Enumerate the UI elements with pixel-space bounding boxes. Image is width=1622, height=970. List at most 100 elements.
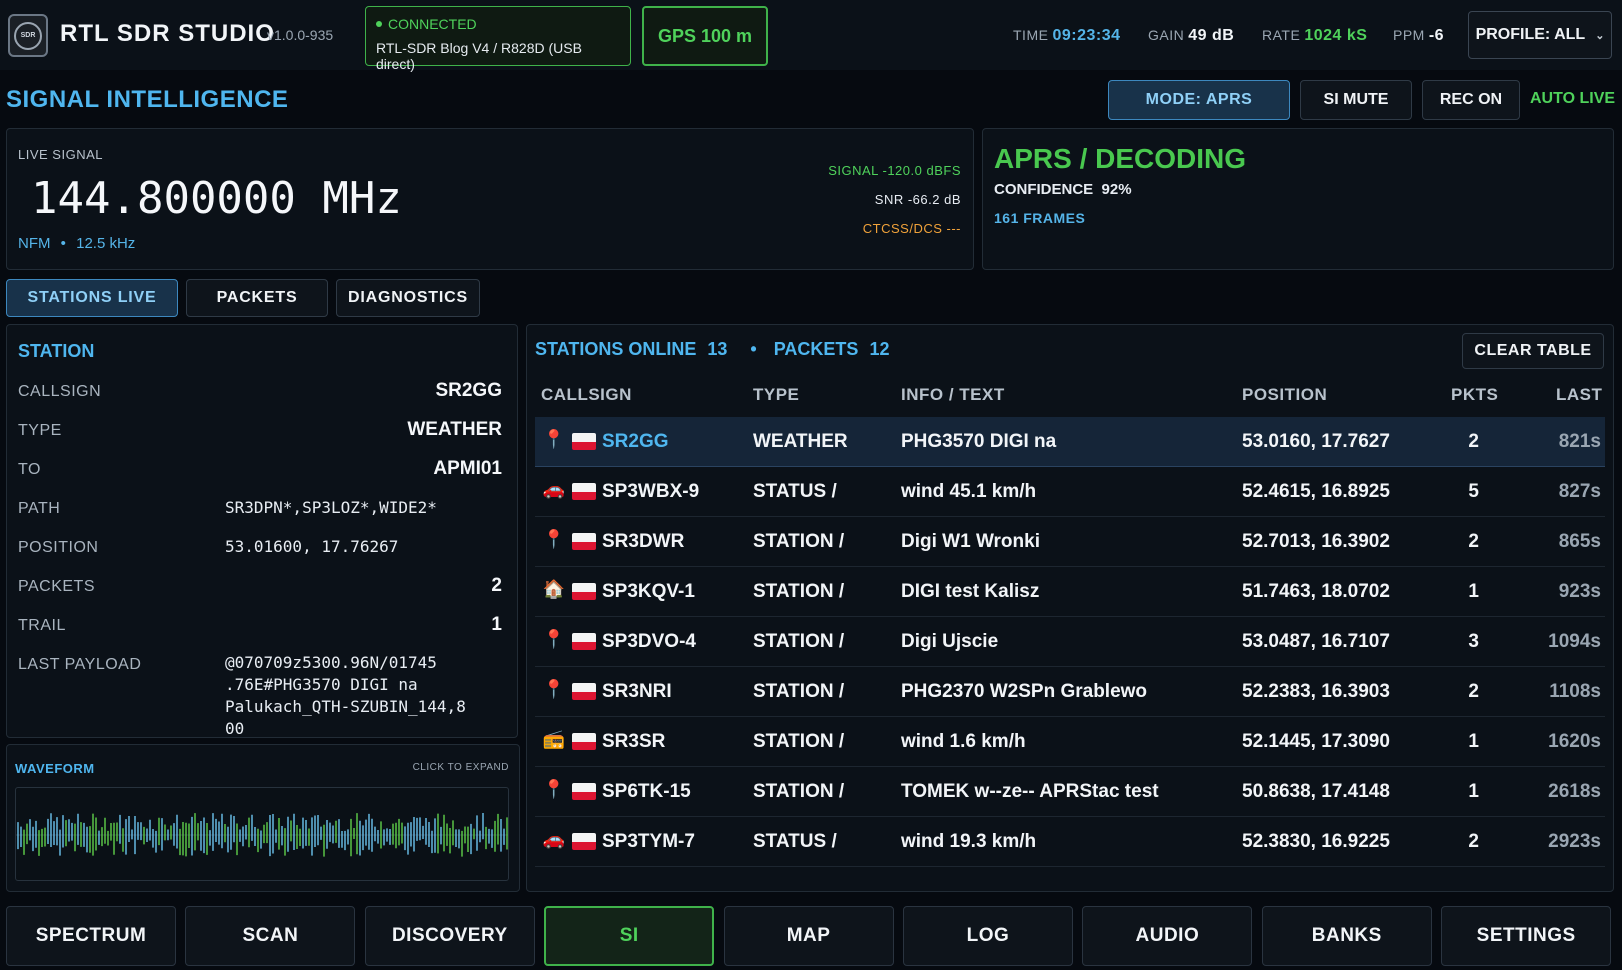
row-position: 52.3830, 16.9225	[1242, 831, 1390, 852]
nav-banks[interactable]: BANKS	[1261, 906, 1432, 966]
live-signal-label: LIVE SIGNAL	[18, 147, 103, 162]
column-header-last[interactable]: LAST	[1556, 385, 1602, 405]
nav-log[interactable]: LOG	[903, 906, 1073, 966]
confidence-line: CONFIDENCE 92%	[994, 181, 1132, 198]
profile-label: PROFILE: ALL	[1475, 26, 1586, 43]
table-row[interactable]: 🚗 SP3TYM-7 STATUS / wind 19.3 km/h 52.3830, …	[535, 817, 1605, 867]
nav-discovery[interactable]: DISCOVERY	[364, 906, 535, 966]
row-pkts: 1	[1468, 781, 1479, 802]
connection-status-box[interactable]: CONNECTED RTL-SDR Blog V4 / R828D (USB d…	[365, 6, 631, 72]
waveform-title: WAVEFORM	[15, 761, 95, 776]
column-header-type[interactable]: TYPE	[753, 385, 799, 405]
row-info: TOMEK w--ze-- APRStac test	[901, 781, 1159, 802]
ppm-value: -6	[1428, 27, 1445, 44]
station-title: STATION	[18, 341, 95, 361]
nav-map[interactable]: MAP	[723, 906, 894, 966]
row-pkts: 1	[1468, 581, 1479, 602]
row-callsign: SP3TYM-7	[602, 831, 695, 852]
tab-stations-live[interactable]: STATIONS LIVE	[6, 279, 178, 317]
nav-scan[interactable]: SCAN	[185, 906, 356, 966]
row-position: 50.8638, 17.4148	[1242, 781, 1390, 802]
section-title: SIGNAL INTELLIGENCE	[6, 86, 289, 113]
station-path: SR3DPN*,SP3LOZ*,WIDE2*	[225, 498, 437, 517]
table-row[interactable]: 📍 SR2GG WEATHER PHG3570 DIGI na 53.0160, 17.…	[535, 417, 1605, 467]
nav-settings[interactable]: SETTINGS	[1441, 906, 1612, 966]
top-bar: SDR RTL SDR STUDIO v1.0.0-935 CONNECTED …	[0, 0, 1622, 72]
decoder-title: APRS / DECODING	[994, 143, 1247, 174]
station-trail: 1	[491, 614, 502, 635]
poland-flag-icon	[572, 733, 596, 750]
gps-button[interactable]: GPS 100 m	[642, 6, 768, 66]
row-type: STATION /	[753, 531, 845, 552]
table-row[interactable]: 🏠 SP3KQV-1 STATION / DIGI test Kalisz 51.746…	[535, 567, 1605, 617]
table-row[interactable]: 📻 SR3SR STATION / wind 1.6 km/h 52.1445, 17.…	[535, 717, 1605, 767]
station-position: 53.01600, 17.76267	[225, 537, 399, 556]
rtl-sdr-logo-icon: SDR	[8, 14, 48, 57]
nav-spectrum[interactable]: SPECTRUM	[6, 906, 176, 966]
table-summary: STATIONS ONLINE 13 • PACKETS 12	[535, 339, 895, 360]
stations-table-panel: STATIONS ONLINE 13 • PACKETS 12 CLEAR TA…	[526, 324, 1614, 892]
rec-on-button[interactable]: REC ON	[1422, 80, 1520, 120]
table-row[interactable]: 🚗 SP3WBX-9 STATUS / wind 45.1 km/h 52.4615, …	[535, 467, 1605, 517]
row-position: 51.7463, 18.0702	[1242, 581, 1390, 602]
row-last: 2618s	[1548, 781, 1601, 802]
row-callsign: SP3DVO-4	[602, 631, 696, 652]
ppm-readout: PPM -6	[1393, 27, 1445, 44]
pin-icon: 📍	[542, 629, 566, 649]
row-pkts: 2	[1468, 431, 1479, 452]
tab-packets[interactable]: PACKETS	[186, 279, 328, 317]
time-value: 09:23:34	[1052, 27, 1121, 44]
clear-table-button[interactable]: CLEAR TABLE	[1462, 333, 1604, 369]
column-header-callsign[interactable]: CALLSIGN	[541, 385, 632, 405]
row-callsign: SP3WBX-9	[602, 481, 700, 502]
stations-online-count: 13	[707, 339, 728, 359]
table-row[interactable]: 📍 SR3DWR STATION / Digi W1 Wronki 52.7013, 1…	[535, 517, 1605, 567]
row-position: 53.0160, 17.7627	[1242, 431, 1390, 452]
station-payload: @070709z5300.96N/01745 .76E#PHG3570 DIGI…	[225, 653, 466, 738]
mode-aprs-button[interactable]: MODE: APRS	[1108, 80, 1290, 120]
table-row[interactable]: 📍 SP6TK-15 STATION / TOMEK w--ze-- APRStac …	[535, 767, 1605, 817]
car-icon: 🚗	[542, 829, 566, 849]
waveform-display[interactable]	[15, 787, 509, 881]
si-mute-button[interactable]: SI MUTE	[1300, 80, 1412, 120]
modulation: NFM	[18, 235, 51, 252]
packets-count: 12	[869, 339, 890, 359]
row-callsign: SR3NRI	[602, 681, 672, 702]
live-signal-panel: LIVE SIGNAL 144.800000 MHz NFM • 12.5 kH…	[6, 128, 974, 270]
column-header-position[interactable]: POSITION	[1242, 385, 1327, 405]
tab-diagnostics[interactable]: DIAGNOSTICS	[336, 279, 480, 317]
row-type: STATION /	[753, 631, 845, 652]
row-pkts: 2	[1468, 681, 1479, 702]
poland-flag-icon	[572, 433, 596, 450]
bandwidth: 12.5 kHz	[76, 235, 136, 252]
row-last: 1620s	[1548, 731, 1601, 752]
rate-value: 1024 kS	[1304, 27, 1368, 44]
stations-online-label: STATIONS ONLINE	[535, 339, 697, 359]
station-callsign: SR2GG	[435, 380, 502, 401]
poland-flag-icon	[572, 583, 596, 600]
row-position: 52.1445, 17.3090	[1242, 731, 1390, 752]
row-position: 52.4615, 16.8925	[1242, 481, 1390, 502]
row-pkts: 3	[1468, 631, 1479, 652]
row-info: wind 19.3 km/h	[901, 831, 1037, 852]
table-row[interactable]: 📍 SP3DVO-4 STATION / Digi Ujscie 53.0487, 16…	[535, 617, 1605, 667]
table-row[interactable]: 📍 SR3NRI STATION / PHG2370 W2SPn Grablewo 52…	[535, 667, 1605, 717]
row-info: PHG2370 W2SPn Grablewo	[901, 681, 1148, 702]
confidence-value: 92%	[1101, 181, 1132, 198]
auto-live-toggle[interactable]: AUTO LIVE	[1530, 90, 1615, 108]
row-info: DIGI test Kalisz	[901, 581, 1040, 602]
profile-dropdown[interactable]: PROFILE: ALL ⌄	[1468, 11, 1612, 59]
pin-icon: 📍	[542, 679, 566, 699]
packets-label: PACKETS	[773, 339, 859, 359]
row-last: 2923s	[1548, 831, 1601, 852]
column-header-info[interactable]: INFO / TEXT	[901, 385, 1005, 405]
row-callsign: SR2GG	[602, 431, 669, 452]
row-type: WEATHER	[753, 431, 848, 452]
nav-audio[interactable]: AUDIO	[1082, 906, 1253, 966]
poland-flag-icon	[572, 633, 596, 650]
pin-icon: 📍	[542, 529, 566, 549]
column-header-pkts[interactable]: PKTS	[1451, 385, 1498, 405]
row-info: Digi Ujscie	[901, 631, 999, 652]
nav-si[interactable]: SI	[544, 906, 715, 966]
waveform-panel[interactable]: WAVEFORM CLICK TO EXPAND	[6, 744, 520, 892]
